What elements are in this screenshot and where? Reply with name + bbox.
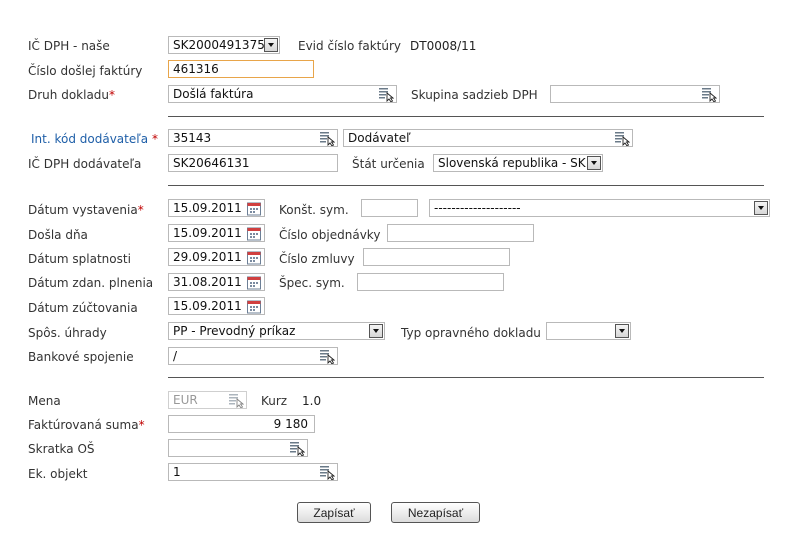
calendar-icon[interactable] (246, 201, 262, 216)
sposob-uhrady-select-value: PP - Prevodný príkaz (173, 324, 296, 338)
typ-opravneho-select[interactable] (546, 322, 631, 340)
save-button[interactable]: Zapísať (297, 502, 371, 523)
evid-value: DT0008/11 (410, 39, 477, 53)
sposob-uhrady-select[interactable]: PP - Prevodný príkaz (168, 322, 385, 340)
skupina-label: Skupina sadzieb DPH (411, 88, 538, 102)
cislo-objednavky-label: Číslo objednávky (279, 228, 381, 242)
lookup-icon[interactable] (701, 87, 717, 102)
ic-dph-dodavatela-input[interactable]: SK20646131 (168, 154, 338, 172)
bankove-spojenie-label: Bankové spojenie (28, 350, 134, 364)
kod-dodavatela-label[interactable]: Int. kód dodávateľa * (31, 132, 158, 146)
ek-objekt-input[interactable]: 1 (168, 463, 338, 481)
konst-sym-label: Konšt. sym. (279, 203, 349, 217)
sposob-uhrady-label: Spôs. úhrady (28, 326, 107, 340)
stat-select[interactable]: Slovenská republika - SK (433, 154, 603, 172)
chevron-down-icon[interactable] (754, 201, 768, 215)
calendar-icon[interactable] (246, 250, 262, 265)
chevron-down-icon[interactable] (615, 324, 629, 338)
ic-dph-dodavatela-label: IČ DPH dodávateľa (28, 157, 142, 171)
datum-splatnosti-label: Dátum splatnosti (28, 252, 131, 266)
cislo-faktury-input[interactable]: 461316 (168, 60, 314, 78)
lookup-icon[interactable] (614, 131, 630, 146)
dodavatel-name-input[interactable]: Dodávateľ (343, 129, 633, 147)
cislo-zmluvy-label: Číslo zmluvy (279, 252, 355, 266)
ek-objekt-label: Ek. objekt (28, 467, 88, 481)
kurz-value: 1.0 (302, 394, 322, 408)
separator (168, 116, 764, 117)
fakturovana-suma-label: Faktúrovaná suma* (28, 418, 145, 432)
cislo-faktury-label: Číslo došlej faktúry (28, 64, 143, 78)
kurz-label: Kurz (261, 394, 288, 408)
konst-sym-input[interactable] (361, 199, 418, 217)
chevron-down-icon[interactable] (369, 324, 383, 338)
spec-sym-label: Špec. sym. (279, 276, 345, 290)
stat-select-value: Slovenská republika - SK (438, 156, 586, 170)
datum-zuctovania-label: Dátum zúčtovania (28, 301, 138, 315)
calendar-icon[interactable] (246, 275, 262, 290)
lookup-icon (228, 393, 244, 408)
skratka-os-label: Skratka OŠ (28, 442, 95, 456)
calendar-icon[interactable] (246, 226, 262, 241)
datum-zdan-label: Dátum zdan. plnenia (28, 276, 154, 290)
cancel-button[interactable]: Nezapísať (391, 502, 480, 523)
spec-sym-input[interactable] (357, 273, 504, 291)
druh-input[interactable]: Došlá faktúra (168, 85, 397, 103)
chevron-down-icon[interactable] (264, 38, 278, 52)
konst-sym-select-value: -------------------- (434, 201, 521, 215)
lookup-icon[interactable] (319, 465, 335, 480)
chevron-down-icon[interactable] (587, 156, 601, 170)
separator (168, 377, 764, 378)
ic-dph-select[interactable]: SK2000491375 (168, 36, 280, 54)
skratka-os-input[interactable] (168, 439, 308, 457)
kod-dodavatela-input[interactable]: 35143 (168, 129, 338, 147)
lookup-icon[interactable] (289, 441, 305, 456)
evid-label: Evid číslo faktúry (298, 39, 401, 53)
calendar-icon[interactable] (246, 299, 262, 314)
ic-dph-label: IČ DPH - naše (28, 39, 110, 53)
lookup-icon[interactable] (319, 349, 335, 364)
typ-opravneho-label: Typ opravného dokladu (401, 326, 541, 340)
stat-label: Štát určenia (352, 157, 425, 171)
dosla-dna-label: Došla dňa (28, 228, 88, 242)
ic-dph-select-value: SK2000491375 (173, 38, 265, 52)
lookup-icon[interactable] (319, 131, 335, 146)
druh-label: Druh dokladu* (28, 88, 116, 102)
lookup-icon[interactable] (378, 87, 394, 102)
cislo-zmluvy-input[interactable] (363, 248, 510, 266)
datum-vystavenia-label: Dátum vystavenia* (28, 203, 144, 217)
cislo-objednavky-input[interactable] (387, 224, 534, 242)
konst-sym-select[interactable]: -------------------- (429, 199, 770, 217)
skupina-input[interactable] (550, 85, 720, 103)
separator (168, 185, 764, 186)
mena-label: Mena (28, 394, 61, 408)
fakturovana-suma-input[interactable]: 9 180 (168, 415, 315, 433)
bankove-spojenie-input[interactable]: / (168, 347, 338, 365)
